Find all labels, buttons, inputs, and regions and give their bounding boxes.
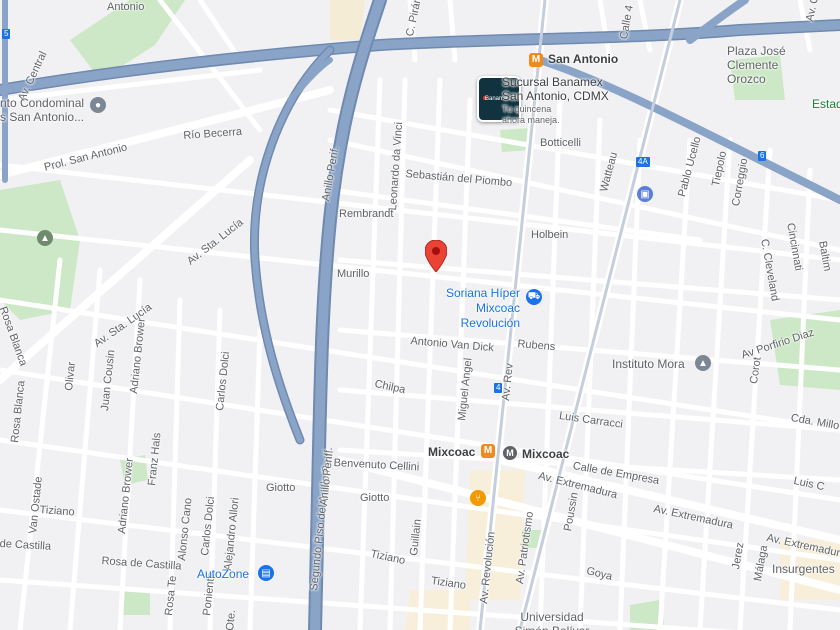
road-label: de Castilla [0,538,52,553]
road-label: Rembrandt [339,208,394,220]
metro-station-icon[interactable]: M [529,53,543,67]
red-location-pin-icon[interactable] [425,240,447,272]
shopping-cart-icon[interactable]: ⛟ [526,289,542,305]
road-label: Tiziano [39,504,75,519]
monument-icon[interactable]: ▲ [37,230,53,246]
poi-soriana[interactable]: Soriana Híper Mixcoac Revolución [416,286,520,331]
poi-san-antonio[interactable]: San Antonio [548,53,618,65]
route-shield: 6 [758,151,767,161]
metrobus-icon[interactable]: M [503,446,517,460]
poi-mixcoac-m[interactable]: Mixcoac [522,448,569,460]
poi-mixcoac[interactable]: Mixcoac [428,446,475,458]
road-label: Ote. [224,609,239,630]
school-icon[interactable]: ▲ [695,355,711,371]
landmark-icon[interactable]: ● [90,97,106,113]
poi-banamex-subtitle: Tu quincena ahora maneja. [502,104,560,125]
route-shield: 5 [2,29,11,39]
park-area [0,180,80,320]
metro-station-icon[interactable]: M [481,444,495,458]
route-shield: 4 [494,383,503,393]
road-label: Giotto [360,492,390,504]
store-icon[interactable]: ▤ [258,565,274,581]
urban-block [330,0,365,40]
bus-station-icon[interactable]: ▣ [637,186,653,202]
poi-estadio[interactable]: Estad [812,98,840,110]
poi-banamex-title[interactable]: Sucursal Banamex San Antonio, CDMX [502,75,617,103]
road-label: Insurgentes [772,562,835,576]
poi-plaza[interactable]: Plaza José Clemente Orozco [727,44,807,86]
poi-universidad[interactable]: Universidad Simón Bolívar [512,610,592,630]
road-label: Botticelli [540,137,581,149]
poi-instituto-mora[interactable]: Instituto Mora [612,358,685,370]
road-label: Murillo [337,268,370,280]
road-label: Holbein [531,229,569,241]
map-canvas[interactable]: Antonio Av. Central Prol. San Antonio Rí… [0,0,840,630]
road-label: Giotto [266,482,296,494]
poi-condominal[interactable]: nto Condominal s San Antonio... [0,96,88,124]
poi-autozone[interactable]: AutoZone [197,568,249,580]
restaurant-icon[interactable]: ⑂ [470,490,486,506]
route-shield: 4A [636,157,650,167]
road-label: Antonio [107,1,145,13]
